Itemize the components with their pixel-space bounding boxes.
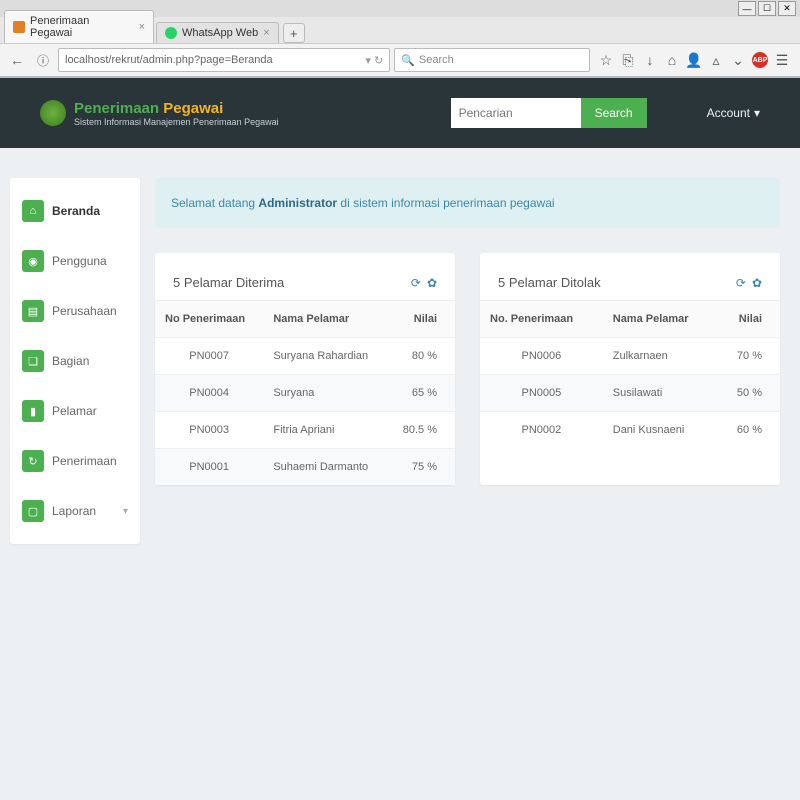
favicon-icon: [165, 27, 177, 39]
refresh-icon[interactable]: ⟳: [736, 276, 746, 290]
table-row: PN0007Suryana Rahardian80 %: [155, 338, 455, 375]
table-diterima: No Penerimaan Nama Pelamar Nilai PN0007S…: [155, 300, 455, 485]
sidebar-item-label: Pengguna: [52, 254, 107, 268]
table-row: PN0001Suhaemi Darmanto75 %: [155, 449, 455, 486]
brand-logo-icon: [40, 100, 66, 126]
col-nama: Nama Pelamar: [603, 301, 717, 338]
favicon-icon: [13, 21, 25, 33]
sidebar-item-label: Perusahaan: [52, 304, 117, 318]
main-layout: ⌂ Beranda ◉ Pengguna ▤ Perusahaan ❏ Bagi…: [0, 148, 800, 554]
user-icon: ◉: [22, 250, 44, 272]
main-content: Selamat datang Administrator di sistem i…: [155, 178, 780, 544]
close-window-button[interactable]: ✕: [778, 1, 796, 16]
sidebar-item-perusahaan[interactable]: ▤ Perusahaan: [10, 286, 140, 336]
chart-icon: ▮: [22, 400, 44, 422]
address-bar-row: ← ⓘ localhost/rekrut/admin.php?page=Bera…: [0, 43, 800, 77]
col-no: No. Penerimaan: [480, 301, 603, 338]
sidebar-item-pelamar[interactable]: ▮ Pelamar: [10, 386, 140, 436]
building-icon: ▤: [22, 300, 44, 322]
sidebar-item-label: Beranda: [52, 204, 100, 218]
tab-bar: Penerimaan Pegawai × WhatsApp Web × +: [0, 17, 800, 43]
star-icon[interactable]: ☆: [598, 52, 614, 68]
refresh-icon[interactable]: ⟳: [411, 276, 421, 290]
table-row: PN0004Suryana65 %: [155, 375, 455, 412]
search-placeholder: Search: [419, 54, 454, 66]
maximize-button[interactable]: ☐: [758, 1, 776, 16]
table-row: PN0005Susilawati50 %: [480, 375, 780, 412]
sidebar-item-pengguna[interactable]: ◉ Pengguna: [10, 236, 140, 286]
url-text: localhost/rekrut/admin.php?page=Beranda: [65, 54, 273, 66]
abp-icon[interactable]: ABP: [752, 52, 768, 68]
new-tab-button[interactable]: +: [283, 23, 305, 43]
col-no: No Penerimaan: [155, 301, 263, 338]
brand-text: Penerimaan Pegawai Sistem Informasi Mana…: [74, 100, 279, 127]
col-nilai: Nilai: [717, 301, 780, 338]
sidebar-item-label: Penerimaan: [52, 454, 117, 468]
sidebar-item-penerimaan[interactable]: ↻ Penerimaan: [10, 436, 140, 486]
gear-icon[interactable]: ✿: [427, 276, 437, 290]
refresh-icon: ↻: [22, 450, 44, 472]
app-navbar: Penerimaan Pegawai Sistem Informasi Mana…: [0, 78, 800, 148]
gear-icon[interactable]: ✿: [752, 276, 762, 290]
sidebar-item-beranda[interactable]: ⌂ Beranda: [10, 186, 140, 236]
close-tab-icon[interactable]: ×: [263, 27, 269, 39]
tab-penerimaan[interactable]: Penerimaan Pegawai ×: [4, 10, 154, 43]
tab-label: WhatsApp Web: [182, 27, 258, 39]
sidebar: ⌂ Beranda ◉ Pengguna ▤ Perusahaan ❏ Bagi…: [10, 178, 140, 544]
app-search-input[interactable]: [451, 98, 581, 128]
brand[interactable]: Penerimaan Pegawai Sistem Informasi Mana…: [40, 100, 279, 127]
minimize-button[interactable]: —: [738, 1, 756, 16]
sidebar-item-label: Pelamar: [52, 404, 97, 418]
sidebar-item-label: Laporan: [52, 504, 96, 518]
cards-row: 5 Pelamar Diterima ⟳ ✿ No Penerimaan Nam…: [155, 253, 780, 485]
home-icon[interactable]: ⌂: [664, 52, 680, 68]
browser-search-input[interactable]: 🔍 Search: [394, 48, 590, 72]
report-icon: ▢: [22, 500, 44, 522]
browser-chrome: — ☐ ✕ Penerimaan Pegawai × WhatsApp Web …: [0, 0, 800, 78]
info-icon[interactable]: ⓘ: [32, 49, 54, 71]
card-title: 5 Pelamar Diterima: [173, 275, 284, 290]
col-nilai: Nilai: [388, 301, 455, 338]
app-searchbox: Search: [451, 98, 647, 128]
app-search-button[interactable]: Search: [581, 98, 647, 128]
dropdown-icon[interactable]: ▾ ↻: [365, 54, 383, 67]
tab-label: Penerimaan Pegawai: [30, 15, 134, 39]
address-input[interactable]: localhost/rekrut/admin.php?page=Beranda …: [58, 48, 390, 72]
close-tab-icon[interactable]: ×: [139, 21, 145, 33]
table-row: PN0006Zulkarnaen70 %: [480, 338, 780, 375]
sidebar-item-bagian[interactable]: ❏ Bagian: [10, 336, 140, 386]
welcome-alert: Selamat datang Administrator di sistem i…: [155, 178, 780, 228]
card-diterima: 5 Pelamar Diterima ⟳ ✿ No Penerimaan Nam…: [155, 253, 455, 485]
sidebar-item-label: Bagian: [52, 354, 89, 368]
download-icon[interactable]: ↓: [642, 52, 658, 68]
chevron-down-icon: ▾: [754, 106, 760, 120]
search-icon: 🔍: [401, 54, 415, 67]
card-ditolak: 5 Pelamar Ditolak ⟳ ✿ No. Penerimaan Nam…: [480, 253, 780, 485]
clipboard-icon[interactable]: ⎘: [620, 52, 636, 68]
menu-icon[interactable]: ☰: [774, 52, 790, 68]
tab-whatsapp[interactable]: WhatsApp Web ×: [156, 22, 279, 43]
account-menu[interactable]: Account ▾: [707, 106, 760, 120]
sidebar-item-laporan[interactable]: ▢ Laporan ▾: [10, 486, 140, 536]
share-icon[interactable]: ▵: [708, 52, 724, 68]
pocket-icon[interactable]: ⌄: [730, 52, 746, 68]
toolbar-icons: ☆ ⎘ ↓ ⌂ 👤 ▵ ⌄ ABP ☰: [594, 52, 794, 68]
col-nama: Nama Pelamar: [263, 301, 387, 338]
home-icon: ⌂: [22, 200, 44, 222]
user-icon[interactable]: 👤: [686, 52, 702, 68]
table-row: PN0003Fitria Apriani80.5 %: [155, 412, 455, 449]
back-button[interactable]: ←: [6, 49, 28, 71]
table-row: PN0002Dani Kusnaeni60 %: [480, 412, 780, 449]
table-ditolak: No. Penerimaan Nama Pelamar Nilai PN0006…: [480, 300, 780, 448]
card-title: 5 Pelamar Ditolak: [498, 275, 601, 290]
chevron-down-icon: ▾: [123, 506, 128, 517]
tag-icon: ❏: [22, 350, 44, 372]
